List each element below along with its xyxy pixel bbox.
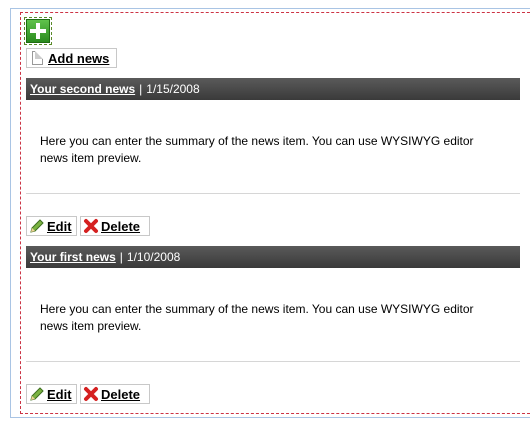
separator: |: [139, 82, 143, 96]
news-summary-line: news item preview.: [40, 319, 142, 333]
delete-label: Delete: [101, 386, 141, 402]
delete-label: Delete: [101, 218, 141, 234]
news-summary-line: Here you can enter the summary of the ne…: [40, 134, 474, 148]
news-item-header: Your first news | 1/10/2008: [26, 246, 520, 268]
news-summary: Here you can enter the summary of the ne…: [40, 301, 520, 335]
divider: [26, 193, 520, 194]
edit-label: Edit: [47, 218, 72, 234]
edit-button[interactable]: Edit: [26, 216, 77, 236]
add-widget-button[interactable]: [24, 17, 52, 45]
delete-button[interactable]: Delete: [80, 216, 150, 236]
news-summary: Here you can enter the summary of the ne…: [40, 133, 520, 167]
document-icon: [32, 51, 43, 65]
x-icon: [84, 219, 98, 233]
add-news-button[interactable]: Add news: [26, 48, 117, 68]
news-summary-line: Here you can enter the summary of the ne…: [40, 302, 474, 316]
news-title-link[interactable]: Your second news: [30, 82, 135, 96]
edit-label: Edit: [47, 386, 72, 402]
pencil-icon: [30, 387, 44, 401]
news-date: 1/10/2008: [126, 250, 181, 264]
news-date: 1/15/2008: [146, 82, 200, 96]
delete-button[interactable]: Delete: [80, 384, 150, 404]
news-summary-line: news item preview.: [40, 151, 142, 165]
plus-icon: [26, 19, 50, 43]
add-news-label: Add news: [48, 50, 110, 66]
pencil-icon: [30, 219, 44, 233]
edit-zone-outline: [20, 12, 530, 414]
separator: |: [119, 250, 123, 264]
news-item-header: Your second news | 1/15/2008: [26, 78, 520, 100]
news-title-link[interactable]: Your first news: [30, 250, 116, 264]
edit-button[interactable]: Edit: [26, 384, 77, 404]
x-icon: [84, 387, 98, 401]
divider: [26, 361, 520, 362]
